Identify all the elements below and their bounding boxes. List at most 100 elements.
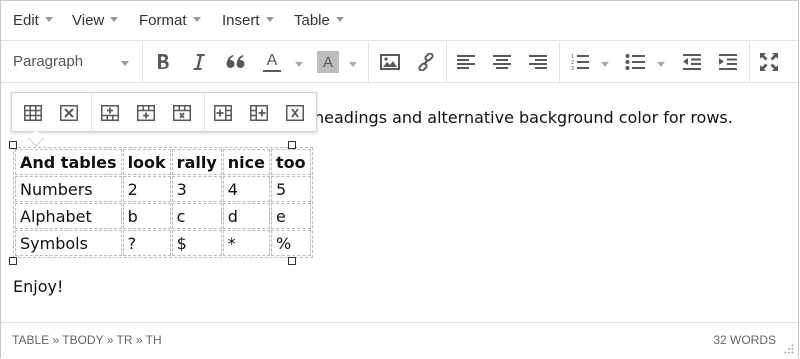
align-center-button[interactable] bbox=[489, 48, 515, 76]
menu-insert[interactable]: Insert bbox=[222, 1, 274, 41]
insert-image-button[interactable] bbox=[377, 48, 403, 76]
align-right-icon bbox=[529, 55, 547, 69]
toolbar-separator bbox=[91, 93, 92, 132]
italic-button[interactable] bbox=[187, 48, 211, 76]
word-count: 32 WORDS bbox=[713, 333, 776, 347]
menu-edit[interactable]: Edit bbox=[13, 1, 53, 41]
align-center-icon bbox=[493, 55, 511, 69]
table-cell[interactable]: e bbox=[270, 203, 311, 229]
toolbar-pointer bbox=[27, 129, 45, 147]
delete-row-icon bbox=[173, 105, 191, 121]
insert-column-before-button[interactable] bbox=[212, 102, 234, 124]
table-cell[interactable]: 3 bbox=[171, 176, 222, 202]
delete-column-icon bbox=[286, 105, 304, 121]
text-color-icon: A bbox=[266, 52, 278, 69]
resize-grip-icon[interactable] bbox=[784, 344, 794, 354]
numbered-list-button[interactable]: 123 bbox=[567, 48, 593, 76]
resize-handle-top-right[interactable] bbox=[288, 141, 296, 149]
bold-icon bbox=[158, 54, 169, 69]
table-cell[interactable]: * bbox=[222, 230, 270, 256]
paragraph-text: headings and alternative background colo… bbox=[314, 108, 733, 127]
table-properties-icon bbox=[24, 105, 42, 121]
chevron-down-icon[interactable] bbox=[295, 62, 303, 67]
numbered-list-icon: 123 bbox=[571, 54, 589, 71]
table-row: Numbers 2 3 4 5 bbox=[15, 176, 311, 202]
table-header-row: And tables look rally nice too bbox=[15, 149, 311, 175]
menu-label: Format bbox=[139, 12, 187, 29]
table-cell[interactable]: c bbox=[171, 203, 222, 229]
outdent-icon bbox=[683, 54, 701, 70]
menubar: Edit View Format Insert Table bbox=[1, 1, 798, 41]
table-header-cell[interactable]: rally bbox=[171, 149, 222, 175]
table-cell[interactable]: $ bbox=[171, 230, 222, 256]
resize-handle-bottom-right[interactable] bbox=[288, 257, 296, 265]
blockquote-icon bbox=[226, 55, 245, 68]
table-cell[interactable]: Alphabet bbox=[15, 203, 122, 229]
table-context-toolbar bbox=[11, 92, 317, 147]
toolbar-separator bbox=[749, 42, 750, 82]
chevron-down-icon[interactable] bbox=[349, 62, 357, 67]
table-header-cell[interactable]: And tables bbox=[15, 149, 122, 175]
table-header-cell[interactable]: nice bbox=[222, 149, 270, 175]
resize-handle-top-left[interactable] bbox=[9, 141, 17, 149]
toolbar: Paragraph A A 1 2 3 bbox=[1, 42, 798, 83]
content-table[interactable]: And tables look rally nice too Numbers 2… bbox=[13, 147, 313, 258]
align-right-button[interactable] bbox=[525, 48, 551, 76]
table-cell[interactable]: b bbox=[122, 203, 171, 229]
menu-view[interactable]: View bbox=[72, 1, 119, 41]
italic-icon bbox=[193, 54, 205, 70]
resize-handle-bottom-left[interactable] bbox=[9, 257, 17, 265]
table-header-cell[interactable]: too bbox=[270, 149, 311, 175]
delete-table-button[interactable] bbox=[58, 102, 80, 124]
bold-button[interactable] bbox=[151, 48, 175, 76]
table-cell[interactable]: 4 bbox=[222, 176, 270, 202]
blockquote-button[interactable] bbox=[223, 48, 249, 76]
editor: Edit View Format Insert Table Paragraph … bbox=[0, 0, 799, 358]
text-color-button[interactable]: A bbox=[259, 48, 285, 76]
chevron-down-icon[interactable] bbox=[601, 62, 609, 67]
delete-row-button[interactable] bbox=[171, 102, 193, 124]
chevron-down-icon[interactable] bbox=[657, 62, 665, 67]
indent-icon bbox=[719, 54, 737, 70]
element-path[interactable]: TABLE » TBODY » TR » TH bbox=[12, 323, 162, 358]
insert-row-before-button[interactable] bbox=[99, 102, 121, 124]
fullscreen-icon bbox=[760, 53, 778, 71]
outdent-button[interactable] bbox=[679, 48, 705, 76]
table-cell[interactable]: 2 bbox=[122, 176, 171, 202]
editor-content[interactable]: headings and alternative background colo… bbox=[1, 84, 798, 322]
menu-table[interactable]: Table bbox=[294, 1, 344, 41]
insert-column-after-icon bbox=[250, 105, 268, 121]
menu-label: Edit bbox=[13, 12, 39, 29]
background-color-icon: A bbox=[322, 53, 333, 71]
closing-text: Enjoy! bbox=[13, 277, 64, 296]
chevron-down-icon bbox=[121, 61, 129, 66]
background-color-button[interactable]: A bbox=[317, 51, 339, 73]
chevron-down-icon bbox=[265, 17, 274, 22]
insert-column-after-button[interactable] bbox=[248, 102, 270, 124]
fullscreen-button[interactable] bbox=[756, 48, 782, 76]
chevron-down-icon bbox=[192, 17, 201, 22]
insert-row-after-icon bbox=[137, 105, 155, 121]
align-left-button[interactable] bbox=[453, 48, 479, 76]
bullet-list-button[interactable] bbox=[622, 48, 648, 76]
table-cell[interactable]: ? bbox=[122, 230, 171, 256]
table-cell[interactable]: % bbox=[270, 230, 311, 256]
menu-label: Insert bbox=[222, 12, 260, 29]
indent-button[interactable] bbox=[715, 48, 741, 76]
link-icon bbox=[418, 53, 434, 71]
delete-table-icon bbox=[60, 105, 78, 121]
insert-row-after-button[interactable] bbox=[135, 102, 157, 124]
align-left-icon bbox=[457, 55, 475, 69]
menu-format[interactable]: Format bbox=[139, 1, 201, 41]
toolbar-separator bbox=[559, 42, 560, 82]
table-cell[interactable]: Symbols bbox=[15, 230, 122, 256]
delete-column-button[interactable] bbox=[284, 102, 306, 124]
table-cell[interactable]: Numbers bbox=[15, 176, 122, 202]
toolbar-separator bbox=[368, 42, 369, 82]
table-header-cell[interactable]: look bbox=[122, 149, 171, 175]
table-properties-button[interactable] bbox=[22, 102, 44, 124]
table-cell[interactable]: d bbox=[222, 203, 270, 229]
menu-label: View bbox=[72, 12, 105, 29]
insert-link-button[interactable] bbox=[413, 48, 439, 76]
table-cell[interactable]: 5 bbox=[270, 176, 311, 202]
